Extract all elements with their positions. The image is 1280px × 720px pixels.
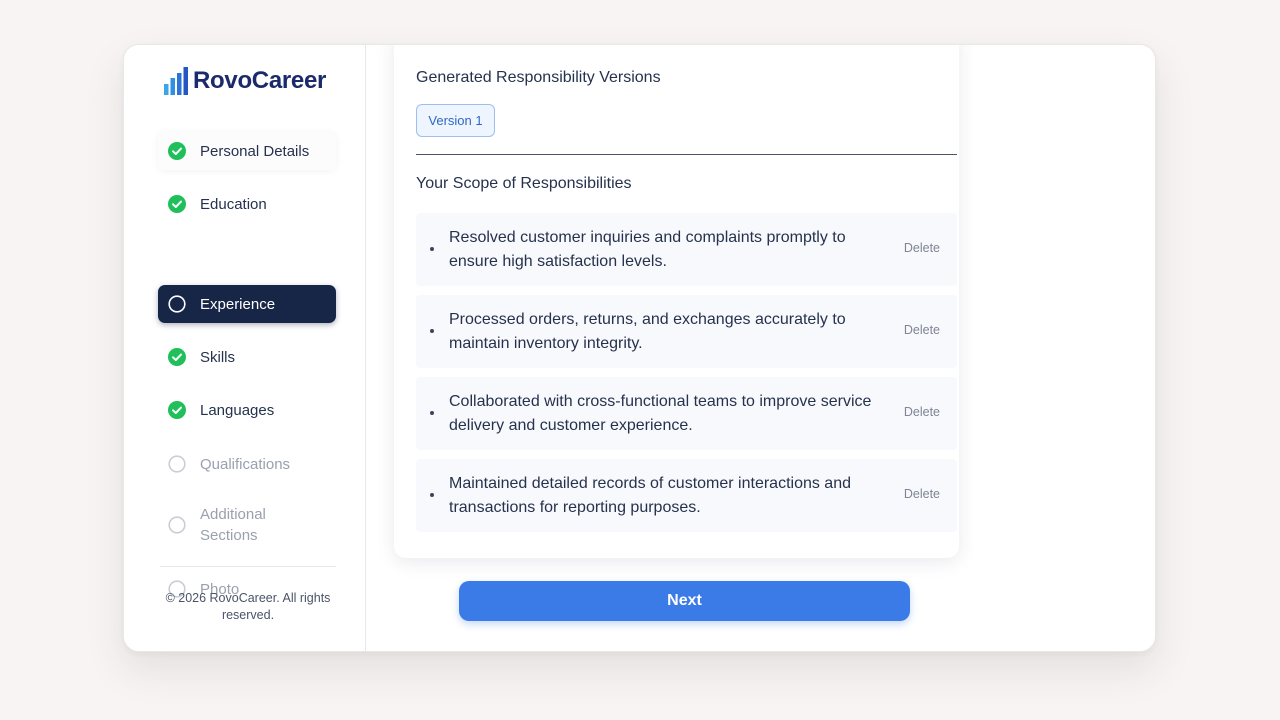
bar-chart-logo-icon [164, 67, 188, 95]
scope-title: Your Scope of Responsibilities [416, 175, 632, 192]
delete-button[interactable]: Delete [904, 487, 940, 501]
copyright-text: © 2026 RovoCareer. All rights reserved. [165, 591, 331, 622]
responsibility-item: Resolved customer inquiries and complain… [416, 213, 957, 286]
version-chip[interactable]: Version 1 [416, 104, 495, 137]
step-personal-details[interactable]: Personal Details [158, 132, 336, 170]
step-label: Skills [200, 348, 236, 366]
responsibility-text: Maintained detailed records of customer … [449, 475, 851, 516]
responsibility-item: Processed orders, returns, and exchanges… [416, 295, 957, 368]
next-button[interactable]: Next [459, 581, 910, 621]
step-additional-sections[interactable]: Additional Sections [158, 502, 336, 548]
step-label: Additional Sections [200, 506, 266, 544]
sidebar-divider [160, 566, 336, 567]
bullet-icon [430, 411, 434, 415]
step-languages[interactable]: Languages [158, 391, 336, 429]
responsibility-text: Processed orders, returns, and exchanges… [449, 311, 846, 352]
step-label: Languages [200, 401, 275, 419]
circle-outline-icon [168, 295, 186, 313]
step-skills[interactable]: Skills [158, 338, 336, 376]
step-qualifications[interactable]: Qualifications [158, 445, 336, 483]
step-education[interactable]: Education [158, 185, 336, 223]
delete-button[interactable]: Delete [904, 241, 940, 255]
check-circle-icon [168, 195, 186, 213]
responsibility-text: Collaborated with cross-functional teams… [449, 393, 872, 434]
responsibilities-card: Generated Responsibility Versions Versio… [394, 45, 959, 558]
generated-versions-title: Generated Responsibility Versions [416, 69, 661, 86]
circle-outline-icon [168, 455, 186, 473]
responsibility-item: Maintained detailed records of customer … [416, 459, 957, 532]
app-window: RovoCareer Personal Details Education Ex… [123, 44, 1156, 652]
responsibility-item: Collaborated with cross-functional teams… [416, 377, 957, 450]
responsibility-text: Resolved customer inquiries and complain… [449, 229, 846, 270]
bullet-icon [430, 493, 434, 497]
delete-button[interactable]: Delete [904, 405, 940, 419]
step-label: Education [200, 195, 267, 213]
section-divider [416, 154, 957, 155]
brand-name: RovoCareer [193, 67, 327, 94]
step-label: Experience [200, 295, 276, 313]
step-label: Qualifications [200, 455, 291, 473]
delete-button[interactable]: Delete [904, 323, 940, 337]
sidebar: RovoCareer Personal Details Education Ex… [124, 45, 366, 651]
check-circle-icon [168, 401, 186, 419]
circle-outline-icon [168, 516, 186, 534]
bullet-icon [430, 329, 434, 333]
step-experience[interactable]: Experience [158, 285, 336, 323]
check-circle-icon [168, 142, 186, 160]
bullet-icon [430, 247, 434, 251]
check-circle-icon [168, 348, 186, 366]
brand-logo[interactable]: RovoCareer [164, 67, 326, 95]
step-label: Personal Details [200, 142, 310, 160]
